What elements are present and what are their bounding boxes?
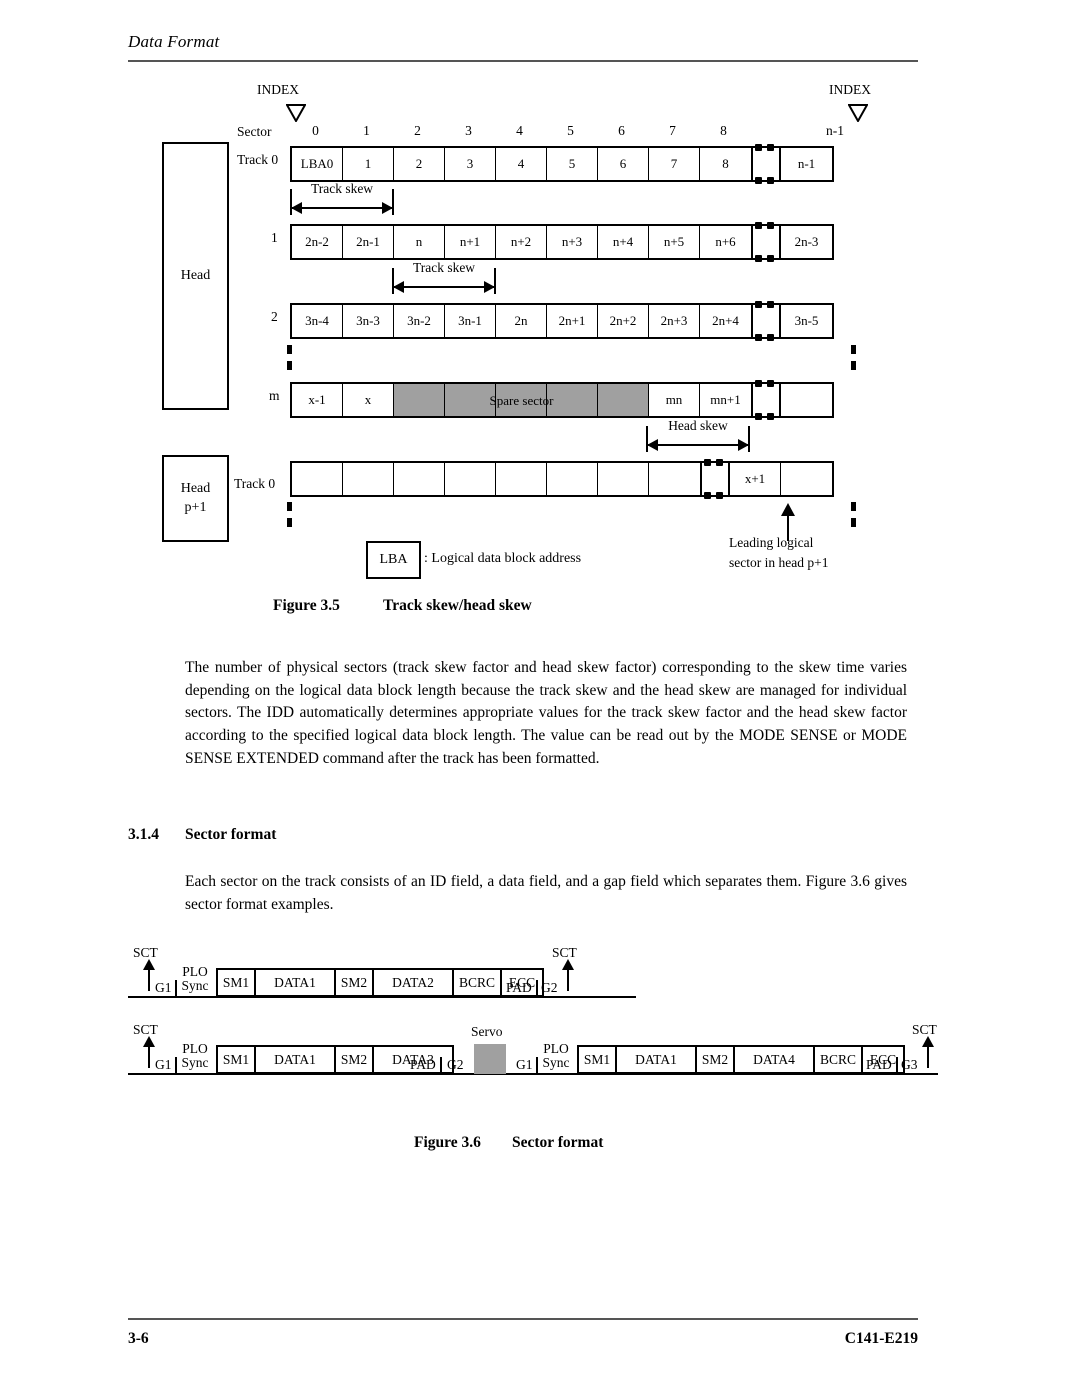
fmt-row2-g2: G2	[447, 1057, 464, 1072]
document-id: C141-E219	[844, 1330, 918, 1347]
fmt-row2-field-a-sm1: SM1	[216, 1045, 256, 1074]
page-number: 3-6	[128, 1330, 149, 1347]
fmt-row1-pad: PAD	[506, 980, 532, 995]
sct-arrow-shaft	[148, 1042, 150, 1068]
fmt-row2-pad-b: PAD	[866, 1057, 892, 1072]
fmt-row2-servo-block	[474, 1044, 506, 1074]
fmt-row1-plo-sync: PLO Sync	[177, 965, 213, 993]
figure-3-6: SCT G1 PLO Sync SM1 DATA1 SM2 DATA2 BCRC ECC …	[0, 0, 1080, 1397]
fmt-row2-div-pad-b	[896, 1057, 898, 1074]
sct-arrow-shaft	[927, 1042, 929, 1068]
fmt-row2-plo-sync: PLO Sync	[177, 1042, 213, 1070]
fmt-row2-field-b-bcrc: BCRC	[813, 1045, 863, 1074]
fmt-row2-field-b-data1: DATA1	[615, 1045, 697, 1074]
fmt-row2-field-a-data1: DATA1	[254, 1045, 336, 1074]
fmt-row2-g1-2: G1	[516, 1057, 533, 1072]
plo2-line1: PLO	[543, 1041, 569, 1056]
fmt-row1-field-data2: DATA2	[372, 968, 454, 997]
fmt-row1-field-sm1: SM1	[216, 968, 256, 997]
plo-line1: PLO	[182, 1041, 208, 1056]
fmt-row1-field-bcrc: BCRC	[452, 968, 502, 997]
fmt-row2-field-a-sm2: SM2	[334, 1045, 374, 1074]
fmt-row1-g1: G1	[155, 980, 172, 995]
footer-rule	[128, 1318, 918, 1320]
plo-line1: PLO	[182, 964, 208, 979]
fmt-row1-div-pad	[536, 980, 538, 997]
sync-line2: Sync	[181, 1054, 209, 1070]
fmt-row2-div-pad-a	[440, 1057, 442, 1074]
fmt-row1-field-data1: DATA1	[254, 968, 336, 997]
fmt-row2-g3: G3	[901, 1057, 918, 1072]
figure-3-6-caption-number: Figure 3.6	[414, 1134, 481, 1151]
fmt-row2-g1: G1	[155, 1057, 172, 1072]
fmt-row1-field-sm2: SM2	[334, 968, 374, 997]
fmt-row2-field-b-data4: DATA4	[733, 1045, 815, 1074]
sct-arrow-shaft	[567, 965, 569, 991]
fmt-row1-g2: G2	[541, 980, 558, 995]
sct-arrow-shaft	[148, 965, 150, 991]
fmt-row2-field-b-sm1: SM1	[577, 1045, 617, 1074]
fmt-row2-servo-label: Servo	[471, 1024, 503, 1039]
fmt-row2-pad-a: PAD	[410, 1057, 436, 1072]
sync-line2: Sync	[181, 977, 209, 993]
sync2-line2: Sync	[542, 1054, 570, 1070]
figure-3-6-caption-title: Sector format	[512, 1134, 604, 1151]
fmt-row2-field-b-sm2: SM2	[695, 1045, 735, 1074]
fmt-row2-plo-sync-2: PLO Sync	[538, 1042, 574, 1070]
